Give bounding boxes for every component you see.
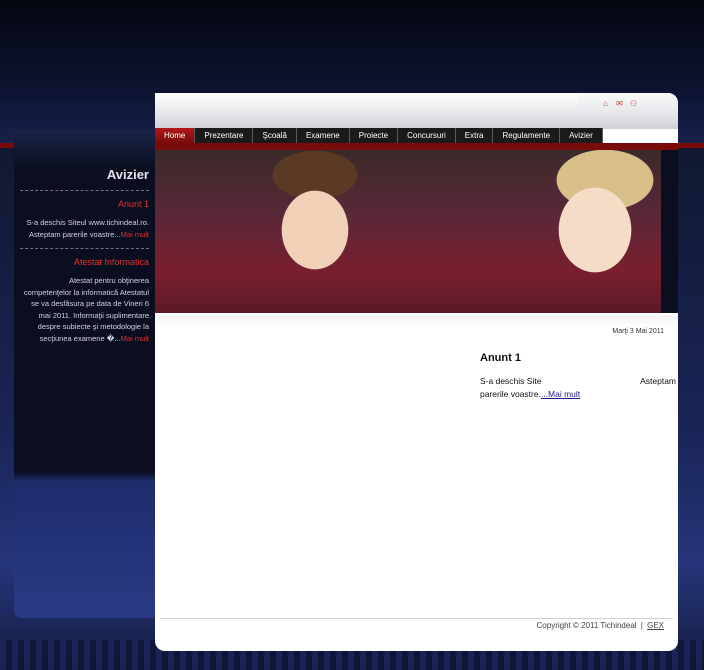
sidebar-divider: [20, 190, 149, 191]
sidebar: Avizier Anunt 1 S-a deschis Siteul www.t…: [20, 160, 149, 352]
article-text-line2: parerile voastre.: [480, 389, 541, 399]
article-line-1: S-a deschis Site Asteptam: [480, 375, 676, 388]
sidebar-item-title[interactable]: Atestat Informatica: [20, 257, 149, 267]
sidebar-item-title[interactable]: Anunt 1: [20, 199, 149, 209]
sidebar-item-text: S-a deschis Siteul www.tichindeal.ro. As…: [20, 217, 149, 240]
sidebar-title: Avizier: [106, 167, 149, 182]
nav-item-regulamente[interactable]: Regulamente: [493, 128, 561, 143]
nav-item-concursuri[interactable]: Concursuri: [398, 128, 456, 143]
current-date: Marţi 3 Mai 2011: [612, 328, 664, 335]
sitemap-icon[interactable]: ⚇: [629, 99, 638, 108]
sidebar-item-more-link[interactable]: Mai mult: [121, 334, 149, 343]
main-navigation: Home Prezentare Şcoală Examene Proiecte …: [155, 128, 603, 143]
article-title: Anunt 1: [480, 352, 521, 364]
article-text-start: S-a deschis Site: [480, 376, 542, 386]
footer: Copyright © 2011 Tichindeal | GEX: [537, 621, 664, 630]
header-icons: ⌂ ✉ ⚇: [601, 99, 638, 108]
footer-link-gex[interactable]: GEX: [647, 621, 664, 630]
footer-separator: |: [640, 621, 643, 630]
sidebar-divider: [20, 248, 149, 249]
home-icon[interactable]: ⌂: [601, 99, 610, 108]
nav-item-proiecte[interactable]: Proiecte: [350, 128, 399, 143]
mail-icon[interactable]: ✉: [615, 99, 624, 108]
main-content-box: ⌂ ✉ ⚇ Home Prezentare Şcoală Examene Pro…: [155, 93, 678, 651]
article-more-link[interactable]: ...Mai mult: [541, 389, 580, 399]
nav-item-extra[interactable]: Extra: [456, 128, 494, 143]
sidebar-item-more-link[interactable]: Mai mult: [121, 230, 149, 239]
nav-item-avizier[interactable]: Avizier: [560, 128, 603, 143]
nav-item-scoala[interactable]: Şcoală: [253, 128, 297, 143]
banner-edge: [661, 150, 678, 313]
nav-item-home[interactable]: Home: [155, 128, 196, 143]
nav-red-bar: [155, 143, 678, 150]
article-body: S-a deschis Site Asteptam parerile voast…: [480, 375, 676, 401]
banner-photo: [155, 150, 661, 313]
footer-copyright: Copyright © 2011 Tichindeal: [536, 621, 637, 630]
nav-item-examene[interactable]: Examene: [297, 128, 350, 143]
article-line-2: parerile voastre....Mai mult: [480, 388, 676, 401]
sidebar-item-text: Atestat pentru obţinerea competenţelor l…: [20, 275, 149, 344]
article-text-end: Asteptam: [640, 376, 676, 386]
date-bar: [155, 315, 678, 327]
nav-item-prezentare[interactable]: Prezentare: [195, 128, 254, 143]
footer-divider: [160, 618, 673, 619]
